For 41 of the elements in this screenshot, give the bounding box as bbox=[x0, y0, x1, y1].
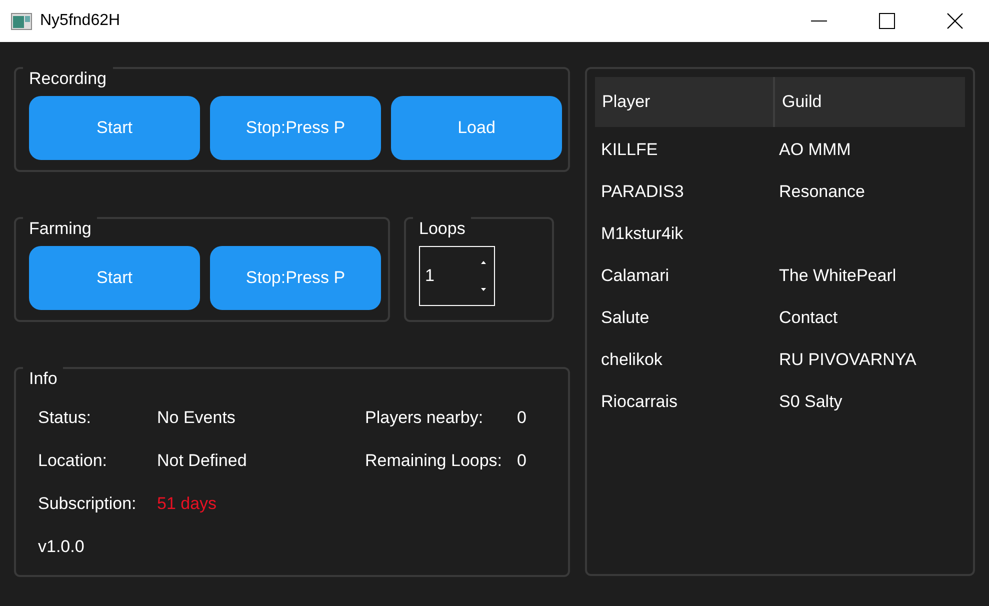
action-button[interactable]: Start bbox=[29, 246, 200, 310]
column-header[interactable]: Guild bbox=[773, 77, 965, 127]
table-cell-text: Riocarrais bbox=[600, 392, 679, 412]
field-value: 0 bbox=[517, 408, 528, 428]
action-button[interactable]: Load bbox=[391, 96, 562, 160]
maximize-icon[interactable] bbox=[879, 13, 895, 29]
minimize-icon[interactable] bbox=[811, 20, 827, 22]
field-label: Subscription: bbox=[38, 494, 138, 514]
table-cell-text: Resonance bbox=[778, 182, 866, 202]
window-title: Ny5fnd62H bbox=[40, 12, 122, 30]
table-cell-text: S0 Salty bbox=[778, 392, 844, 412]
spin-down-icon[interactable] bbox=[481, 288, 486, 291]
group-title: Loops bbox=[413, 217, 472, 240]
group-title: Farming bbox=[23, 217, 98, 240]
table-cell-text: M1kstur4ik bbox=[600, 224, 684, 244]
field-value: Not Defined bbox=[157, 450, 248, 470]
field-label: Remaining Loops: bbox=[365, 450, 504, 470]
table-cell-text: Salute bbox=[600, 308, 650, 328]
spin-up-icon[interactable] bbox=[481, 261, 486, 264]
group-title: Recording bbox=[23, 67, 112, 90]
field-label: Players nearby: bbox=[365, 408, 484, 428]
table-cell-text: KILLFE bbox=[600, 140, 659, 160]
table-cell-text: PARADIS3 bbox=[600, 182, 685, 202]
field-label: Status: bbox=[38, 408, 92, 428]
action-button[interactable]: Stop:Press P bbox=[210, 96, 381, 160]
field-value: 0 bbox=[517, 450, 528, 470]
table-cell-text: Calamari bbox=[600, 266, 670, 286]
column-header[interactable]: Player bbox=[595, 77, 773, 127]
table-cell-text: chelikok bbox=[600, 350, 664, 370]
action-button[interactable]: Start bbox=[29, 96, 200, 160]
field-value: 51 days bbox=[157, 494, 218, 514]
close-icon[interactable] bbox=[947, 13, 963, 29]
version-label: v1.0.0 bbox=[38, 536, 86, 556]
app-icon bbox=[11, 12, 32, 30]
table-cell-text: RU PIVOVARNYA bbox=[778, 350, 918, 370]
field-value: No Events bbox=[157, 408, 236, 428]
action-button[interactable]: Stop:Press P bbox=[210, 246, 381, 310]
field-label: Location: bbox=[38, 450, 108, 470]
table-cell-text: The WhitePearl bbox=[778, 266, 898, 286]
table-cell-text: Contact bbox=[778, 308, 839, 328]
table-cell-text: AO MMM bbox=[778, 140, 852, 160]
